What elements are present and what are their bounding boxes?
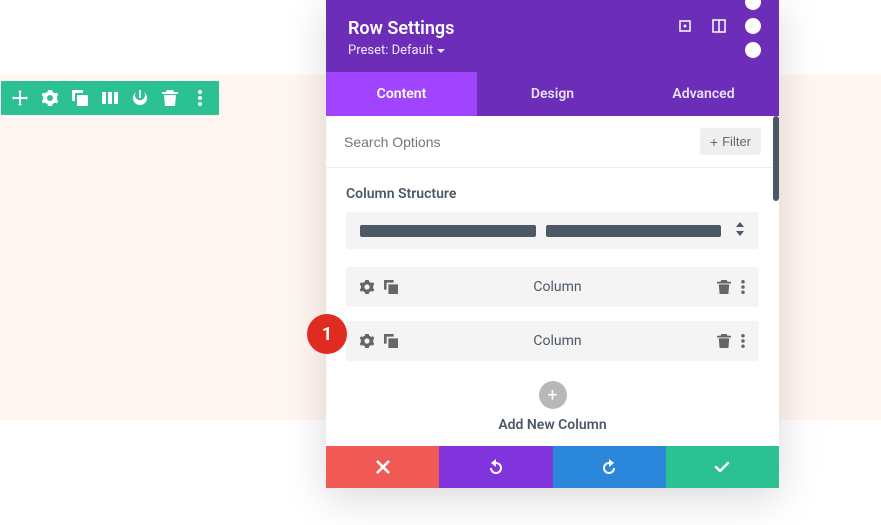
annotation-badge: 1 [307,314,347,354]
power-icon[interactable] [131,89,149,107]
columns-icon[interactable] [101,89,119,107]
column-more-icon[interactable] [741,280,745,294]
column-label: Column [398,333,717,349]
column-item-2: Column [346,321,759,361]
filter-button[interactable]: + Filter [700,128,761,155]
trash-icon[interactable] [161,89,179,107]
structure-caret-icon[interactable] [731,222,745,239]
move-icon[interactable] [11,89,29,107]
modal-more-icon[interactable] [745,18,761,34]
tab-content[interactable]: Content [326,72,477,116]
column-bar-1 [360,225,536,237]
section-toolbar [1,81,219,115]
modal-body: + Filter Column Structure Column [326,116,779,446]
row-settings-modal: Row Settings Preset: Default Content Des… [326,0,779,488]
expand-icon[interactable] [711,18,727,34]
preset-dropdown[interactable]: Preset: Default [348,43,445,58]
save-button[interactable] [666,446,779,488]
add-column-button[interactable]: + [539,381,567,409]
column-structure-selector[interactable] [346,212,759,249]
add-column-area: + Add New Column [326,375,779,446]
column-gear-icon[interactable] [360,334,374,348]
duplicate-icon[interactable] [71,89,89,107]
column-duplicate-icon[interactable] [384,334,398,348]
tabs: Content Design Advanced [326,72,779,116]
column-label: Column [398,279,717,295]
column-bar-2 [546,225,722,237]
column-more-icon[interactable] [741,334,745,348]
more-icon[interactable] [191,89,209,107]
undo-button[interactable] [439,446,552,488]
redo-button[interactable] [553,446,666,488]
column-duplicate-icon[interactable] [384,280,398,294]
column-structure-title: Column Structure [326,168,779,212]
column-item-1: Column [346,267,759,307]
scrollbar-thumb[interactable] [773,116,779,201]
column-trash-icon[interactable] [717,334,731,348]
search-row: + Filter [326,116,779,168]
column-gear-icon[interactable] [360,280,374,294]
cancel-button[interactable] [326,446,439,488]
column-trash-icon[interactable] [717,280,731,294]
tab-advanced[interactable]: Advanced [628,72,779,116]
add-column-label: Add New Column [326,417,779,433]
search-input[interactable] [344,134,700,150]
modal-header: Row Settings Preset: Default [326,0,779,72]
gear-icon[interactable] [41,89,59,107]
modal-footer [326,446,779,488]
tab-design[interactable]: Design [477,72,628,116]
help-icon[interactable] [677,18,693,34]
